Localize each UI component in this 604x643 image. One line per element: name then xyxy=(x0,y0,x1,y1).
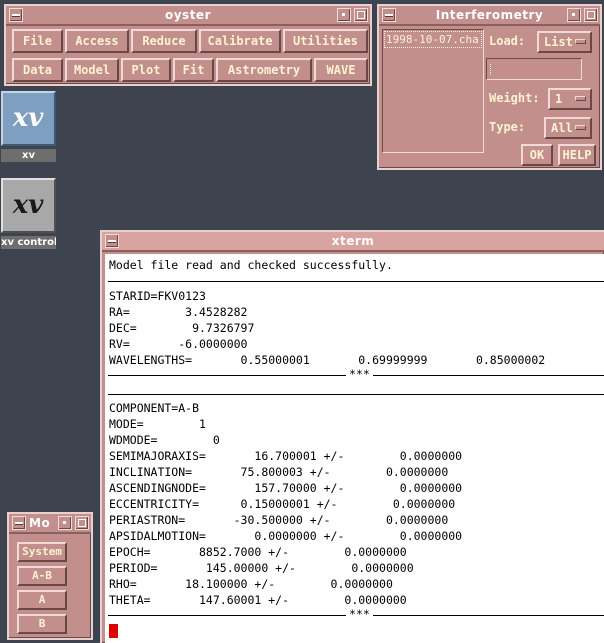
terminal-output[interactable]: Model file read and checked successfully… xyxy=(105,254,604,643)
oyster-titlebar[interactable]: oyster xyxy=(6,6,370,26)
terminal-line: PERIASTRON= -30.500000 +/- 0.0000000 xyxy=(109,513,449,527)
terminal-line: RV= -6.0000000 xyxy=(109,337,248,351)
separator-line xyxy=(373,615,604,616)
terminal-line: APSIDALMOTION= 0.0000000 +/- 0.0000000 xyxy=(109,529,463,543)
separator-line xyxy=(108,375,346,376)
terminal-line: THETA= 147.60001 +/- 0.0000000 xyxy=(109,593,407,607)
terminal-line: PERIOD= 145.00000 +/- 0.0000000 xyxy=(109,561,414,575)
load-option-value: List xyxy=(544,35,573,49)
maximize-icon xyxy=(587,11,595,19)
terminal-message: Model file read and checked successfully… xyxy=(109,258,393,272)
xv-icon-box[interactable]: xv xyxy=(1,91,56,146)
separator-line xyxy=(373,375,604,376)
terminal-line: RA= 3.4528282 xyxy=(109,305,248,319)
terminal-line: MODE= 1 xyxy=(109,417,206,431)
terminal-line: ASCENDINGNODE= 157.70000 +/- 0.0000000 xyxy=(109,481,463,495)
load-option-menu[interactable]: List xyxy=(537,31,592,53)
window-title: oyster xyxy=(164,8,211,22)
plot-menu-button[interactable]: Plot xyxy=(121,58,171,82)
load-entry-field[interactable] xyxy=(486,58,582,80)
xv-icon: xv xyxy=(12,103,45,133)
minimize-button[interactable] xyxy=(567,8,581,22)
system-button[interactable]: System xyxy=(17,542,67,562)
separator-line xyxy=(108,281,604,282)
terminal-line: RHO= 18.100000 +/- 0.0000000 xyxy=(109,577,393,591)
weight-option-value: 1 xyxy=(555,92,563,106)
data-menu-button[interactable]: Data xyxy=(12,58,63,82)
astrometry-menu-button[interactable]: Astrometry xyxy=(216,58,312,82)
interferometry-window: Interferometry 1998-10-07.cha Load: List… xyxy=(377,4,602,170)
minimize-button[interactable] xyxy=(337,8,351,22)
svg-text:xv: xv xyxy=(12,103,45,133)
option-menu-indicator-icon xyxy=(575,96,586,101)
terminal-line: WDMODE= 0 xyxy=(109,433,220,447)
option-menu-indicator-icon xyxy=(575,125,586,130)
terminal-line: ECCENTRICITY= 0.15000001 +/- 0.0000000 xyxy=(109,497,456,511)
model-window: Mo System A-B A B xyxy=(7,512,93,640)
model-titlebar[interactable]: Mo xyxy=(9,514,91,534)
calibrate-menu-button[interactable]: Calibrate xyxy=(199,29,281,53)
xterm-titlebar[interactable]: xterm xyxy=(102,232,604,252)
model-menu-button[interactable]: Model xyxy=(65,58,119,82)
separator-line xyxy=(108,394,604,395)
file-list-item[interactable]: 1998-10-07.cha xyxy=(384,31,482,48)
terminal-line: WAVELENGTHS= 0.55000001 0.69999999 0.850… xyxy=(109,353,546,367)
interferometry-titlebar[interactable]: Interferometry xyxy=(379,6,600,26)
xv-controls-icon-label[interactable]: xv controls xyxy=(1,236,56,249)
component-b-button[interactable]: B xyxy=(17,614,67,634)
help-button[interactable]: HELP xyxy=(558,144,596,166)
wave-menu-button[interactable]: WAVE xyxy=(314,58,368,82)
weight-label: Weight: xyxy=(489,91,540,105)
xterm-window: xterm Model file read and checked succes… xyxy=(100,230,604,643)
menu-icon xyxy=(15,522,23,524)
separator-marker: *** xyxy=(349,607,370,621)
minimize-icon xyxy=(63,521,66,524)
file-menu-button[interactable]: File xyxy=(12,29,63,53)
maximize-icon xyxy=(357,11,365,19)
type-option-menu[interactable]: All xyxy=(544,117,592,139)
load-label: Load: xyxy=(489,34,526,48)
type-option-value: All xyxy=(551,121,573,135)
xv-controls-icon: xv xyxy=(12,190,45,220)
terminal-line: EPOCH= 8852.7000 +/- 0.0000000 xyxy=(109,545,407,559)
weight-option-menu[interactable]: 1 xyxy=(548,88,592,110)
terminal-line: STARID=FKV0123 xyxy=(109,289,206,303)
minimize-icon xyxy=(342,13,345,16)
utilities-menu-button[interactable]: Utilities xyxy=(283,29,368,53)
terminal-line: COMPONENT=A-B xyxy=(109,401,200,415)
access-menu-button[interactable]: Access xyxy=(65,29,129,53)
separator-line xyxy=(108,615,346,616)
reduce-menu-button[interactable]: Reduce xyxy=(131,29,197,53)
minimize-icon xyxy=(572,13,575,16)
option-menu-indicator-icon xyxy=(575,39,586,44)
window-menu-button[interactable] xyxy=(12,516,26,530)
terminal-line: SEMIMAJORAXIS= 16.700001 +/- 0.0000000 xyxy=(109,449,463,463)
window-title: xterm xyxy=(331,234,375,248)
maximize-button[interactable] xyxy=(75,516,89,530)
type-label: Type: xyxy=(489,120,526,134)
oyster-window: oyster File Access Reduce Calibrate Util… xyxy=(4,4,372,86)
window-title: Mo xyxy=(29,516,51,530)
xv-icon-label[interactable]: xv xyxy=(1,149,56,162)
maximize-icon xyxy=(78,519,86,527)
component-a-b-button[interactable]: A-B xyxy=(17,566,67,586)
terminal-line: INCLINATION= 75.800003 +/- 0.0000000 xyxy=(109,465,449,479)
svg-text:xv: xv xyxy=(12,190,45,220)
maximize-button[interactable] xyxy=(354,8,368,22)
maximize-button[interactable] xyxy=(584,8,598,22)
terminal-line: DEC= 9.7326797 xyxy=(109,321,255,335)
separator-marker: *** xyxy=(349,367,370,381)
fit-menu-button[interactable]: Fit xyxy=(173,58,214,82)
ok-button[interactable]: OK xyxy=(521,144,553,166)
file-list[interactable]: 1998-10-07.cha xyxy=(382,29,484,153)
terminal-cursor xyxy=(109,624,118,638)
text-cursor xyxy=(490,64,492,75)
xv-controls-icon-box[interactable]: xv xyxy=(1,178,56,233)
minimize-button[interactable] xyxy=(58,516,72,530)
component-a-button[interactable]: A xyxy=(17,590,67,610)
